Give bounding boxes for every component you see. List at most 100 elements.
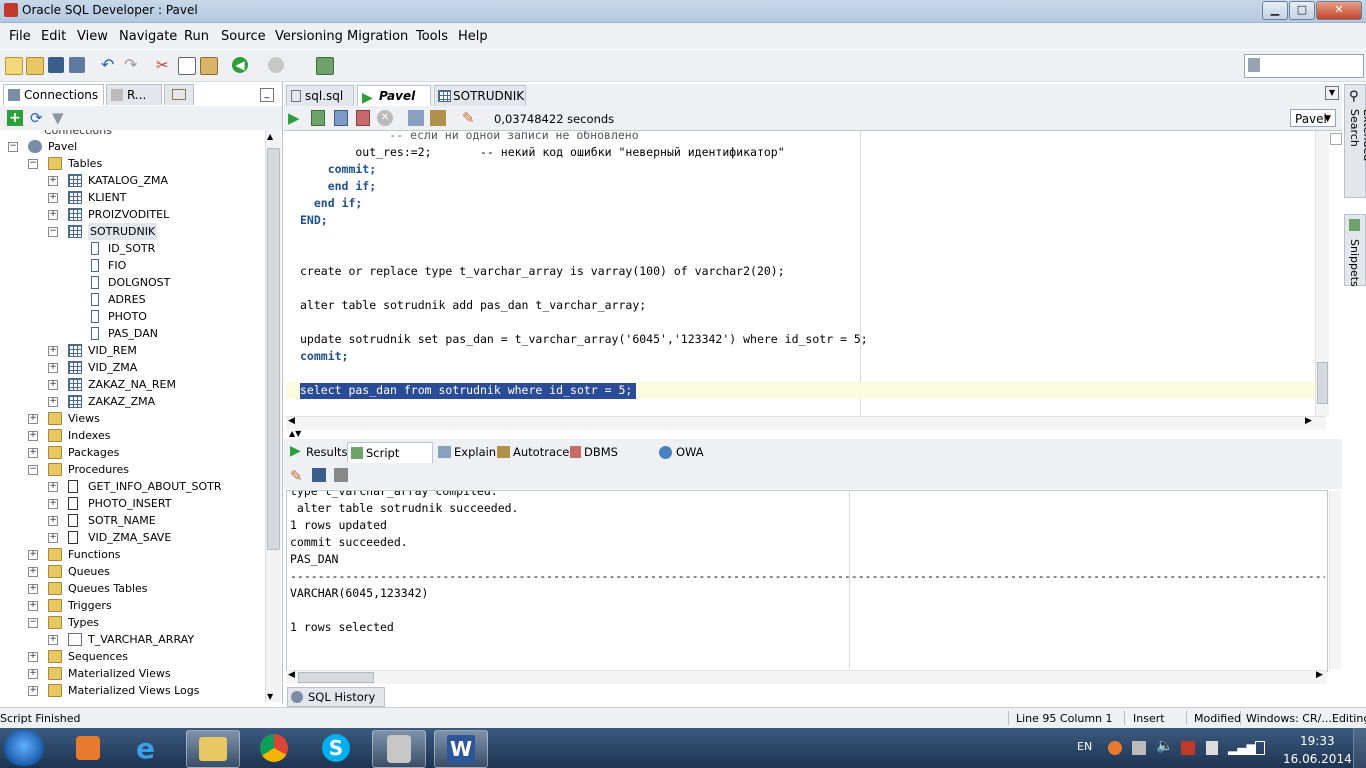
- tab-sql-sql[interactable]: sql.sql: [286, 85, 354, 106]
- minimize-panel-button[interactable]: _: [260, 88, 274, 102]
- tab-owa-output[interactable]: OWA Output: [659, 442, 739, 479]
- menu-file[interactable]: File: [9, 29, 31, 44]
- close-button[interactable]: ✕: [1316, 1, 1362, 20]
- taskbar-chrome[interactable]: [248, 730, 300, 766]
- tab-autotrace[interactable]: Autotrace: [497, 442, 569, 462]
- expand-icon[interactable]: +: [28, 686, 38, 696]
- tree-node[interactable]: + Packages: [0, 444, 264, 461]
- tree-node[interactable]: − Types: [0, 614, 264, 631]
- expand-icon[interactable]: +: [48, 193, 58, 203]
- tree-scroll-thumb[interactable]: [267, 148, 280, 550]
- tree-node[interactable]: + Queues Tables: [0, 580, 264, 597]
- maximize-button[interactable]: □: [1289, 1, 1315, 20]
- expand-icon[interactable]: +: [28, 414, 38, 424]
- refresh-icon[interactable]: ⟳: [30, 110, 46, 126]
- expand-icon[interactable]: +: [48, 210, 58, 220]
- tree-node[interactable]: − SOTRUDNIK: [0, 223, 264, 240]
- copy-icon[interactable]: [178, 57, 196, 75]
- editor-scroll-right-icon[interactable]: ▶: [1305, 416, 1312, 426]
- code-lines[interactable]: -- если ни одной записи не обновлено out…: [286, 131, 1314, 416]
- output-vertical-scrollbar[interactable]: [1329, 491, 1341, 669]
- explain-plan-icon[interactable]: [408, 110, 424, 126]
- tree-node[interactable]: + Queues: [0, 563, 264, 580]
- expand-icon[interactable]: +: [28, 584, 38, 594]
- tree-node[interactable]: − Pavel: [0, 138, 264, 155]
- editor-scroll-left-icon[interactable]: ◀: [288, 416, 295, 426]
- forward-icon[interactable]: [268, 57, 284, 73]
- menu-versioning[interactable]: Versioning: [275, 29, 343, 44]
- clock-date[interactable]: 16.06.2014: [1283, 752, 1352, 766]
- save-all-icon[interactable]: [69, 57, 85, 73]
- menu-source[interactable]: Source: [221, 29, 266, 44]
- expand-icon[interactable]: +: [48, 380, 58, 390]
- expand-icon[interactable]: +: [48, 533, 58, 543]
- menu-help[interactable]: Help: [458, 29, 488, 44]
- expand-icon[interactable]: +: [28, 601, 38, 611]
- tab-extended-search[interactable]: ⚲ Extended Search: [1344, 84, 1366, 198]
- tray-flag-icon[interactable]: [1181, 741, 1195, 755]
- tree-node[interactable]: ADRES: [0, 291, 264, 308]
- tree-node[interactable]: + KATALOG_ZMA: [0, 172, 264, 189]
- output-scroll-thumb[interactable]: [298, 672, 374, 683]
- collapse-icon[interactable]: −: [28, 159, 38, 169]
- expand-icon[interactable]: +: [28, 652, 38, 662]
- collapse-icon[interactable]: −: [28, 618, 38, 628]
- tree-node[interactable]: + SOTR_NAME: [0, 512, 264, 529]
- tree-node[interactable]: + KLIENT: [0, 189, 264, 206]
- add-connection-icon[interactable]: +: [7, 110, 23, 126]
- clock-time[interactable]: 19:33: [1300, 734, 1335, 748]
- sql-history-tab[interactable]: SQL History: [287, 687, 385, 707]
- tab-results[interactable]: ▶ Results: [288, 442, 348, 462]
- show-desktop-button[interactable]: [1353, 728, 1366, 768]
- tree-node[interactable]: + ZAKAZ_NA_REM: [0, 376, 264, 393]
- split-arrows-icon[interactable]: ▲▼: [289, 429, 301, 438]
- clear-icon[interactable]: ✎: [462, 109, 475, 127]
- tree-node[interactable]: + ZAKAZ_ZMA: [0, 393, 264, 410]
- expand-icon[interactable]: +: [48, 482, 58, 492]
- tree-node[interactable]: FIO: [0, 257, 264, 274]
- tray-device-icon[interactable]: [1206, 741, 1218, 755]
- collapse-icon[interactable]: −: [28, 465, 38, 475]
- paste-icon[interactable]: [200, 57, 218, 75]
- tray-signal-icon[interactable]: ▂▄▆: [1228, 741, 1256, 755]
- tree-node[interactable]: + Triggers: [0, 597, 264, 614]
- tray-network-icon[interactable]: [1132, 741, 1146, 755]
- tab-files[interactable]: [164, 84, 194, 105]
- editor-scroll-thumb[interactable]: [1317, 362, 1328, 404]
- clear-output-icon[interactable]: ✎: [290, 467, 303, 485]
- expand-icon[interactable]: +: [48, 635, 58, 645]
- tray-battery-icon[interactable]: [1255, 741, 1265, 755]
- expand-icon[interactable]: +: [28, 448, 38, 458]
- tray-avast-icon[interactable]: [1108, 741, 1122, 755]
- tree-node[interactable]: + Materialized Views: [0, 665, 264, 682]
- tree-scroll-up-icon[interactable]: ▲: [267, 132, 273, 141]
- save-output-icon[interactable]: [312, 468, 326, 482]
- tree-node[interactable]: − Tables: [0, 155, 264, 172]
- language-indicator[interactable]: EN: [1077, 740, 1092, 753]
- tree-node[interactable]: + VID_ZMA_SAVE: [0, 529, 264, 546]
- tree-node[interactable]: + PHOTO_INSERT: [0, 495, 264, 512]
- tree-node[interactable]: PAS_DAN: [0, 325, 264, 342]
- rollback-icon[interactable]: [356, 110, 370, 126]
- taskbar-skype[interactable]: S: [310, 730, 362, 766]
- cancel-icon[interactable]: ✕: [377, 110, 393, 126]
- tab-dbms-output[interactable]: DBMS Output: [570, 442, 652, 479]
- tab-reports[interactable]: R...: [106, 84, 162, 105]
- sql-worksheet-icon[interactable]: [316, 57, 334, 75]
- tree-node[interactable]: + VID_ZMA: [0, 359, 264, 376]
- taskbar-ie[interactable]: e: [124, 730, 176, 766]
- new-icon[interactable]: [5, 57, 23, 75]
- taskbar-word[interactable]: W: [434, 730, 488, 768]
- menu-migration[interactable]: Migration: [347, 29, 408, 44]
- collapse-icon[interactable]: −: [48, 227, 58, 237]
- tab-connections[interactable]: Connections: [3, 84, 104, 105]
- output-horizontal-scrollbar[interactable]: [286, 670, 1326, 684]
- expand-icon[interactable]: +: [28, 669, 38, 679]
- tree-node[interactable]: + PROIZVODITEL: [0, 206, 264, 223]
- tree-node[interactable]: PHOTO: [0, 308, 264, 325]
- open-icon[interactable]: [26, 57, 44, 75]
- tree-node[interactable]: + Functions: [0, 546, 264, 563]
- expand-icon[interactable]: +: [28, 567, 38, 577]
- tab-list-dropdown-icon[interactable]: ▼: [1325, 86, 1339, 100]
- run-statement-icon[interactable]: ▶: [288, 109, 300, 127]
